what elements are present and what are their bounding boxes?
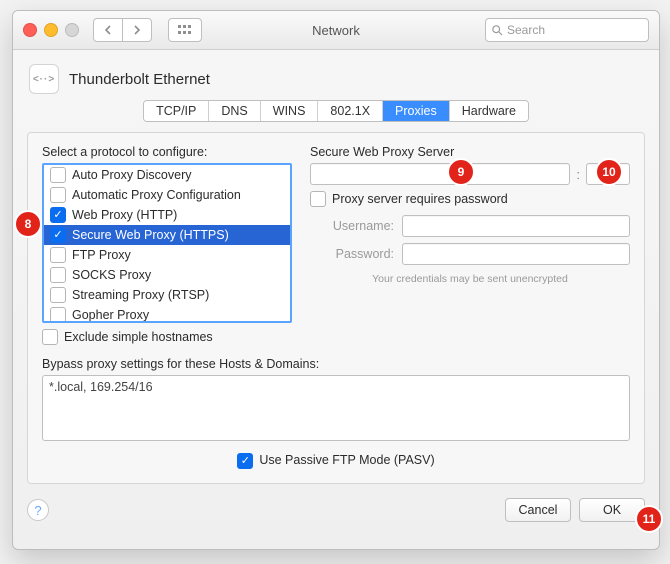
protocol-checkbox[interactable]: ✓ <box>50 207 66 223</box>
passive-ftp-label: Use Passive FTP Mode (PASV) <box>259 453 434 469</box>
protocol-checkbox[interactable] <box>50 247 66 263</box>
proxies-panel: Select a protocol to configure: Auto Pro… <box>27 132 645 484</box>
back-button[interactable] <box>93 18 123 42</box>
annotation-badge-9: 9 <box>447 158 475 186</box>
protocol-row[interactable]: Streaming Proxy (RTSP) <box>44 285 290 305</box>
minimize-window-button[interactable] <box>44 23 58 37</box>
cancel-button[interactable]: Cancel <box>505 498 571 522</box>
tab-wins[interactable]: WINS <box>261 101 319 121</box>
protocol-select-label: Select a protocol to configure: <box>42 145 292 159</box>
password-label: Password: <box>310 247 394 261</box>
interface-header: <··> Thunderbolt Ethernet <box>13 50 659 100</box>
protocol-checkbox[interactable] <box>50 187 66 203</box>
tab-tcp-ip[interactable]: TCP/IP <box>144 101 209 121</box>
tab-hardware[interactable]: Hardware <box>450 101 528 121</box>
thunderbolt-ethernet-icon: <··> <box>29 64 59 94</box>
tab-proxies[interactable]: Proxies <box>383 101 450 121</box>
username-input[interactable] <box>402 215 630 237</box>
dialog-footer: ? Cancel OK <box>13 492 659 534</box>
proxy-host-input[interactable] <box>310 163 570 185</box>
protocol-row[interactable]: Automatic Proxy Configuration <box>44 185 290 205</box>
exclude-simple-hostnames-label: Exclude simple hostnames <box>64 330 213 344</box>
protocol-row[interactable]: FTP Proxy <box>44 245 290 265</box>
grid-icon <box>178 25 192 35</box>
help-button[interactable]: ? <box>27 499 49 521</box>
close-window-button[interactable] <box>23 23 37 37</box>
requires-password-checkbox[interactable] <box>310 191 326 207</box>
protocol-label: Gopher Proxy <box>72 308 149 322</box>
tab-dns[interactable]: DNS <box>209 101 260 121</box>
passive-ftp-checkbox[interactable]: ✓ <box>237 453 253 469</box>
preferences-window: Network Search <··> Thunderbolt Ethernet… <box>12 10 660 550</box>
bypass-label: Bypass proxy settings for these Hosts & … <box>42 357 630 371</box>
protocol-label: Automatic Proxy Configuration <box>72 188 241 202</box>
credentials-hint: Your credentials may be sent unencrypted <box>310 273 630 285</box>
zoom-window-button[interactable] <box>65 23 79 37</box>
nav-back-forward <box>93 18 152 42</box>
protocol-label: FTP Proxy <box>72 248 131 262</box>
protocol-checkbox[interactable] <box>50 167 66 183</box>
titlebar: Network Search <box>13 11 659 50</box>
protocol-checkbox[interactable] <box>50 267 66 283</box>
requires-password-label: Proxy server requires password <box>332 192 508 206</box>
chevron-left-icon <box>104 25 112 35</box>
search-icon <box>492 25 503 36</box>
protocol-checkbox[interactable] <box>50 287 66 303</box>
protocol-list[interactable]: Auto Proxy Discovery Automatic Proxy Conf… <box>42 163 292 323</box>
settings-tabs: TCP/IPDNSWINS802.1XProxiesHardware <box>143 100 529 122</box>
protocol-row[interactable]: ✓ Secure Web Proxy (HTTPS) <box>44 225 290 245</box>
protocol-label: Web Proxy (HTTP) <box>72 208 177 222</box>
annotation-badge-11: 11 <box>635 505 663 533</box>
bypass-textarea[interactable]: *.local, 169.254/16 <box>42 375 630 441</box>
protocol-label: Streaming Proxy (RTSP) <box>72 288 209 302</box>
protocol-row[interactable]: Auto Proxy Discovery <box>44 165 290 185</box>
host-port-separator: : <box>576 167 580 182</box>
proxy-server-section-label: Secure Web Proxy Server <box>310 145 630 159</box>
protocol-checkbox[interactable]: ✓ <box>50 227 66 243</box>
search-field[interactable]: Search <box>485 18 649 42</box>
search-placeholder: Search <box>507 23 545 37</box>
username-label: Username: <box>310 219 394 233</box>
chevron-right-icon <box>133 25 141 35</box>
window-controls <box>23 23 79 37</box>
password-input[interactable] <box>402 243 630 265</box>
protocol-label: SOCKS Proxy <box>72 268 151 282</box>
protocol-row[interactable]: ✓ Web Proxy (HTTP) <box>44 205 290 225</box>
protocol-checkbox[interactable] <box>50 307 66 323</box>
show-all-button[interactable] <box>168 18 202 42</box>
tab-802-1x[interactable]: 802.1X <box>318 101 383 121</box>
protocol-label: Auto Proxy Discovery <box>72 168 191 182</box>
exclude-simple-hostnames-checkbox[interactable] <box>42 329 58 345</box>
protocol-row[interactable]: SOCKS Proxy <box>44 265 290 285</box>
annotation-badge-10: 10 <box>595 158 623 186</box>
interface-name: Thunderbolt Ethernet <box>69 71 210 88</box>
protocol-row[interactable]: Gopher Proxy <box>44 305 290 323</box>
forward-button[interactable] <box>123 18 152 42</box>
protocol-label: Secure Web Proxy (HTTPS) <box>72 228 229 242</box>
annotation-badge-8: 8 <box>14 210 42 238</box>
